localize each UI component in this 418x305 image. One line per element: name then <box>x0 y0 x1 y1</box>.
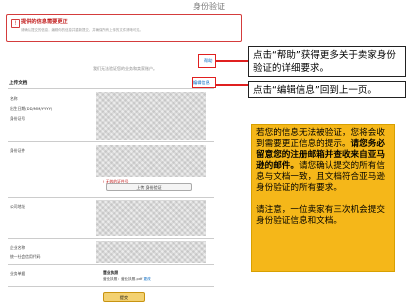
redacted-address <box>96 200 206 236</box>
help-connector <box>216 60 248 62</box>
change-file-link[interactable]: 更改 <box>143 277 150 281</box>
id-doc-label: 身份证件 <box>10 148 26 153</box>
redacted-company-info <box>96 241 206 263</box>
dob-label: 出生日期(DD/MM/YYYY) <box>10 106 53 111</box>
note-box: 若您的信息无法被验证，您将会收到需要更正信息的提示。请您务必留意您的注册邮箱并查… <box>251 124 395 272</box>
redacted-id-document <box>96 145 206 177</box>
section-title: 上传文档 <box>9 81 28 86</box>
business-docs-label: 业务单据 <box>10 271 26 276</box>
error-alert: ! 提供的信息需要更正 请确认提交的信息，编辑你的信息并重新提交，并确保所有上传… <box>6 14 242 42</box>
submit-button[interactable]: 提交 <box>103 292 145 302</box>
divider <box>8 141 214 142</box>
alert-description: 请确认提交的信息，编辑你的信息并重新提交，并确保所有上传的文件清晰可见。 <box>21 28 144 32</box>
upload-id-button[interactable]: 上传 身份验证 <box>106 183 192 191</box>
divider <box>8 197 214 198</box>
help-callout: 点击“帮助”获得更多关于卖家身份验证的详细要求。 <box>248 46 406 77</box>
divider <box>8 264 214 265</box>
edit-highlight <box>192 77 216 88</box>
divider <box>8 88 214 89</box>
page-title: 身份验证 <box>193 2 225 11</box>
divider <box>8 238 214 239</box>
edit-callout: 点击“编辑信息”回到上一页。 <box>248 81 406 98</box>
edit-connector <box>216 84 248 86</box>
help-highlight <box>198 54 216 68</box>
business-license-heading: 营业执照 <box>103 270 119 275</box>
divider <box>8 286 214 287</box>
company-address-label: 公司地址 <box>10 204 26 209</box>
id-number-label: 身份证号 <box>10 116 26 121</box>
redacted-personal-info <box>96 92 206 140</box>
business-license-file: 营业执照：营业执照.pdf 更改 <box>103 277 151 282</box>
note-paragraph-1: 若您的信息无法被验证，您将会收到需要更正信息的提示。请您务必留意您的注册邮箱并查… <box>256 128 390 194</box>
name-label: 名称 <box>10 96 18 101</box>
warning-icon: ! <box>11 19 20 28</box>
alert-heading: 提供的信息需要更正 <box>21 19 68 25</box>
file-name: 营业执照：营业执照.pdf <box>103 277 143 281</box>
credit-code-label: 统一社会信用代码 <box>10 254 41 259</box>
note-paragraph-2: 请注意，一位卖家有三次机会提交身份验证信息和文档。 <box>256 205 385 226</box>
company-name-label: 企业名称 <box>10 245 26 250</box>
